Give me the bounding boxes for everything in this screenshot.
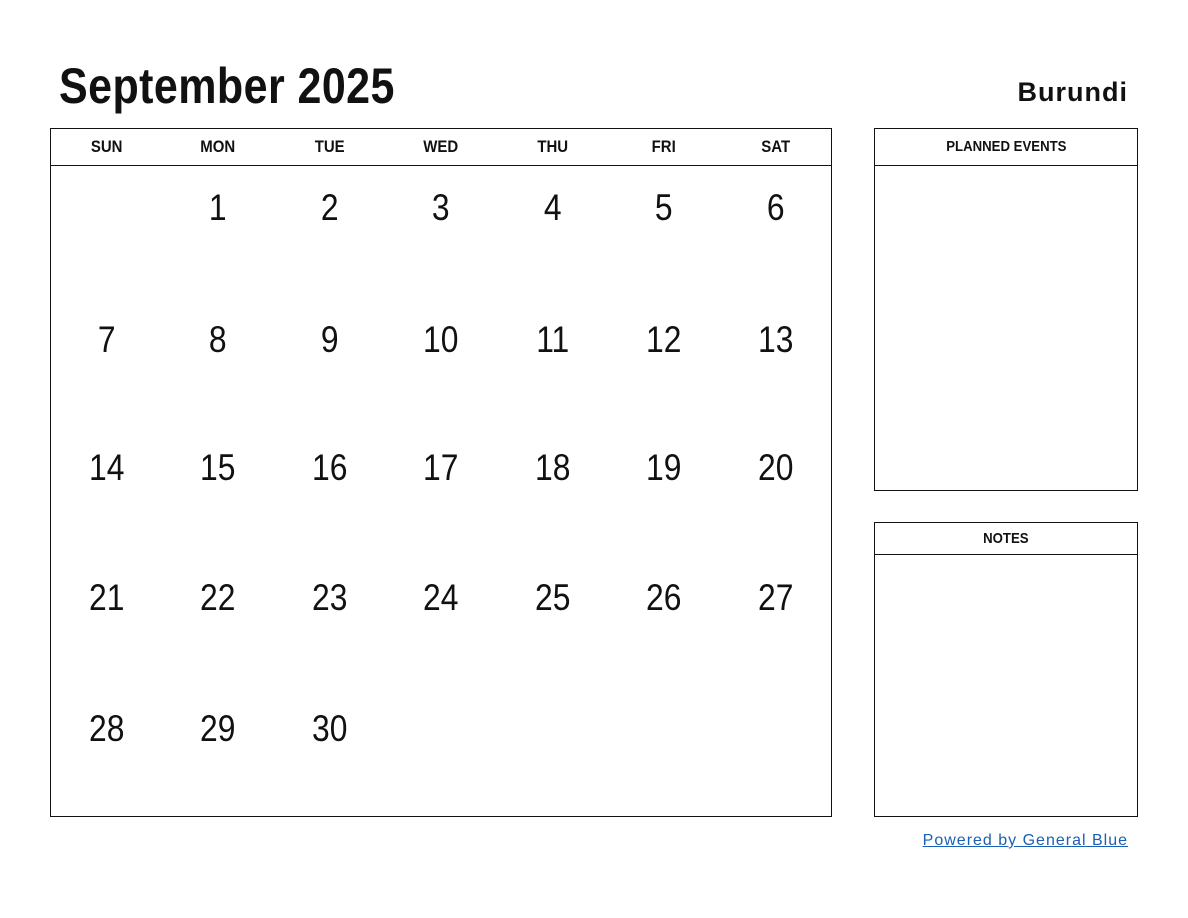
weekday-tue: TUE [314,137,345,156]
day-cell[interactable]: 27 [727,576,823,620]
day-cell[interactable]: 14 [59,446,155,490]
day-cell[interactable]: 8 [170,318,266,362]
day-cell[interactable]: 13 [727,318,823,362]
day-cell[interactable]: 23 [282,576,378,620]
planned-events-header: PLANNED EVENTS [875,129,1137,166]
day-cell[interactable]: 22 [170,576,266,620]
day-cell[interactable]: 12 [616,318,712,362]
page-title: September 2025 [59,58,395,114]
planned-events-area[interactable] [875,166,1137,490]
weekday-thu: THU [537,137,568,156]
notes-area[interactable] [875,555,1137,816]
notes-header: NOTES [875,523,1137,555]
day-cell[interactable]: 5 [616,186,712,230]
weekday-wed: WED [423,137,459,156]
day-cell[interactable]: 11 [505,318,601,362]
country-label: Burundi [1017,77,1128,107]
day-cell[interactable]: 20 [727,446,823,490]
day-cell[interactable]: 17 [393,446,489,490]
day-cell[interactable]: 4 [505,186,601,230]
day-cell[interactable]: 25 [505,576,601,620]
day-cell[interactable]: 29 [170,707,266,751]
weekday-mon: MON [200,137,236,156]
weekday-sat: SAT [760,137,790,156]
notes-label: NOTES [983,530,1029,547]
day-cell[interactable]: 30 [282,707,378,751]
day-cell[interactable]: 19 [616,446,712,490]
weekday-fri: FRI [651,137,676,156]
day-cell[interactable]: 15 [170,446,266,490]
day-cells: 1 2 3 4 5 6 7 8 9 10 11 12 13 14 15 16 17 18 19 20 21 22 23 24 2… [51,166,831,816]
day-cell[interactable]: 2 [282,186,378,230]
day-cell[interactable]: 16 [282,446,378,490]
day-cell[interactable]: 28 [59,707,155,751]
day-cell[interactable]: 26 [616,576,712,620]
weekday-header-row: SUN MON TUE WED THU FRI SAT [51,129,831,166]
day-cell[interactable]: 9 [282,318,378,362]
day-cell[interactable]: 3 [393,186,489,230]
notes-panel: NOTES [874,522,1138,817]
powered-by-link[interactable]: Powered by General Blue [923,831,1128,851]
day-cell[interactable]: 18 [505,446,601,490]
planned-events-panel: PLANNED EVENTS [874,128,1138,491]
calendar-grid: SUN MON TUE WED THU FRI SAT 1 2 3 4 5 6 7 8 9 10 1… [50,128,832,817]
day-cell[interactable]: 10 [393,318,489,362]
day-cell[interactable]: 7 [59,318,155,362]
day-cell[interactable]: 24 [393,576,489,620]
day-cell[interactable]: 6 [727,186,823,230]
day-cell[interactable]: 1 [170,186,266,230]
planned-events-label: PLANNED EVENTS [945,138,1067,155]
weekday-sun: SUN [90,137,123,156]
day-cell[interactable]: 21 [59,576,155,620]
